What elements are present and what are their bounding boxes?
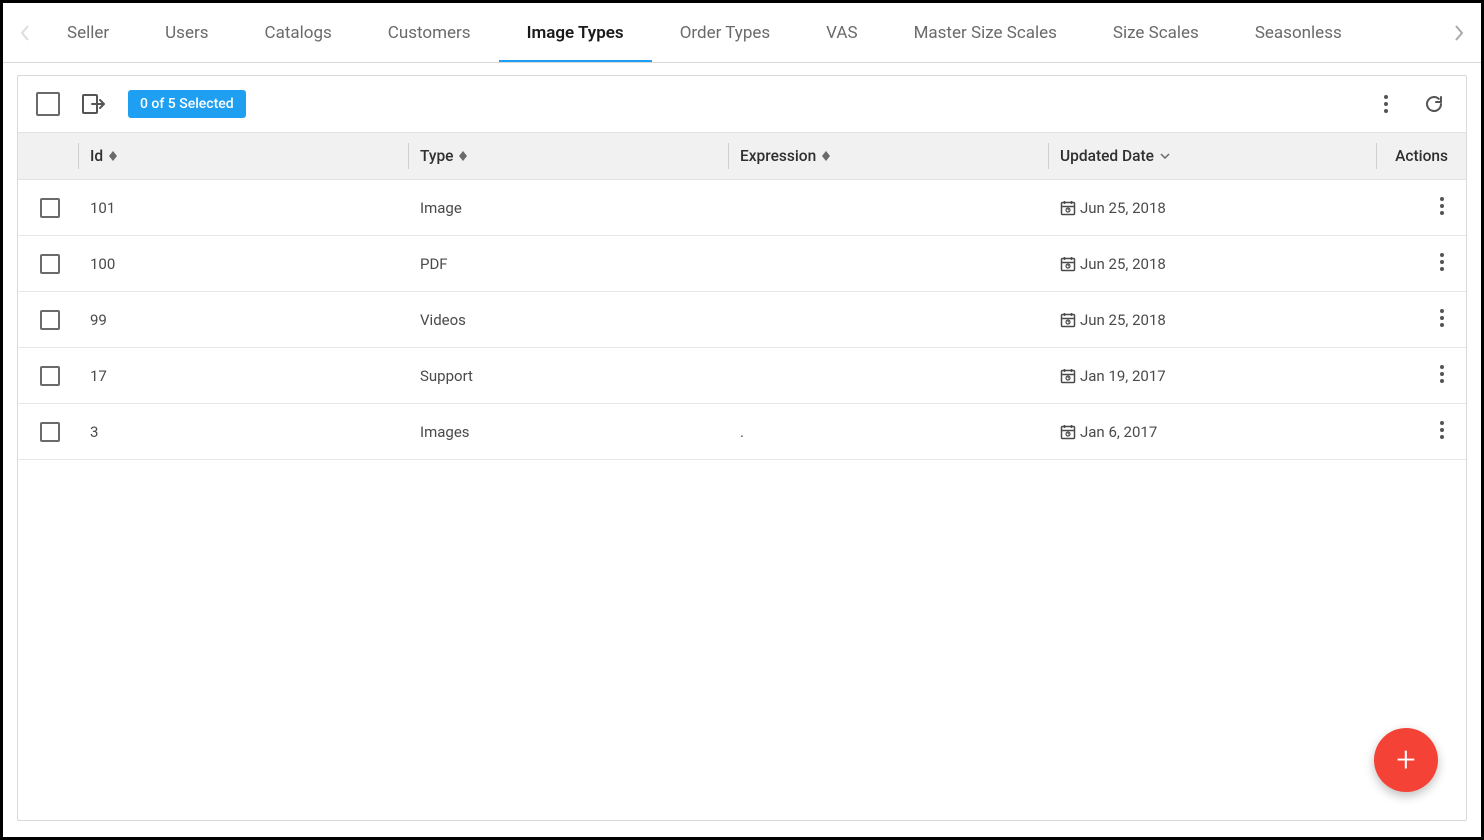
chevron-down-icon [1160, 153, 1170, 159]
tab-catalogs[interactable]: Catalogs [237, 3, 360, 62]
sort-icon [459, 151, 467, 161]
cell-updated-text: Jun 25, 2018 [1080, 199, 1166, 217]
cell-updated: Jun 25, 2018 [1048, 255, 1376, 273]
cell-type: Videos [408, 311, 728, 329]
tab-bar: SellerUsersCatalogsCustomersImage TypesO… [3, 3, 1481, 63]
tabs-scroll-left [11, 3, 39, 62]
content-panel: 0 of 5 Selected Id Type Expression [17, 75, 1467, 821]
cell-id: 101 [78, 199, 408, 217]
row-checkbox[interactable] [40, 254, 60, 274]
grid-body: 101ImageJun 25, 2018100PDFJun 25, 201899… [18, 180, 1466, 820]
table-row: 101Image Jun 25, 2018 [18, 180, 1466, 236]
grid-header: Id Type Expression Updated Date [18, 132, 1466, 180]
add-button[interactable]: + [1374, 728, 1438, 792]
row-checkbox[interactable] [40, 198, 60, 218]
tabs-container: SellerUsersCatalogsCustomersImage TypesO… [39, 3, 1445, 62]
table-row: 100PDF Jun 25, 2018 [18, 236, 1466, 292]
cell-updated: Jun 25, 2018 [1048, 311, 1376, 329]
table-row: 17Support Jan 19, 2017 [18, 348, 1466, 404]
cell-type: Images [408, 423, 728, 441]
cell-id: 3 [78, 423, 408, 441]
refresh-icon[interactable] [1420, 90, 1448, 118]
selection-badge: 0 of 5 Selected [128, 90, 246, 118]
cell-updated-text: Jun 25, 2018 [1080, 255, 1166, 273]
plus-icon: + [1396, 740, 1415, 780]
row-checkbox[interactable] [40, 422, 60, 442]
export-icon[interactable] [80, 90, 108, 118]
col-header-expression-label: Expression [740, 147, 816, 165]
tab-customers[interactable]: Customers [360, 3, 499, 62]
toolbar: 0 of 5 Selected [18, 76, 1466, 132]
col-header-id-label: Id [90, 147, 103, 165]
calendar-icon [1060, 424, 1076, 440]
col-header-updated-label: Updated Date [1060, 147, 1154, 165]
sort-icon [109, 151, 117, 161]
cell-type: Image [408, 199, 728, 217]
col-header-actions-label: Actions [1395, 147, 1448, 165]
tab-size-scales[interactable]: Size Scales [1085, 3, 1227, 62]
cell-updated-text: Jun 25, 2018 [1080, 311, 1166, 329]
row-checkbox[interactable] [40, 310, 60, 330]
cell-updated: Jan 6, 2017 [1048, 423, 1376, 441]
cell-updated-text: Jan 19, 2017 [1080, 367, 1166, 385]
cell-type: PDF [408, 255, 728, 273]
row-checkbox[interactable] [40, 366, 60, 386]
cell-type: Support [408, 367, 728, 385]
tab-master-size-scales[interactable]: Master Size Scales [886, 3, 1085, 62]
calendar-icon [1060, 200, 1076, 216]
table-row: 99Videos Jun 25, 2018 [18, 292, 1466, 348]
calendar-icon [1060, 368, 1076, 384]
toolbar-more-icon[interactable] [1372, 90, 1400, 118]
col-header-updated[interactable]: Updated Date [1048, 133, 1376, 179]
tab-users[interactable]: Users [137, 3, 236, 62]
cell-expression: . [728, 423, 1048, 441]
row-more-icon[interactable] [1440, 365, 1444, 387]
tab-order-types[interactable]: Order Types [652, 3, 798, 62]
select-all-checkbox[interactable] [36, 92, 60, 116]
cell-updated-text: Jan 6, 2017 [1080, 423, 1157, 441]
tab-seasonless[interactable]: Seasonless [1227, 3, 1370, 62]
col-header-expression[interactable]: Expression [728, 133, 1048, 179]
tab-vas[interactable]: VAS [798, 3, 885, 62]
row-more-icon[interactable] [1440, 309, 1444, 331]
col-header-actions: Actions [1376, 133, 1466, 179]
tabs-scroll-right[interactable] [1445, 3, 1473, 62]
row-more-icon[interactable] [1440, 197, 1444, 219]
col-header-type-label: Type [420, 147, 453, 165]
tab-image-types[interactable]: Image Types [499, 3, 652, 62]
row-more-icon[interactable] [1440, 421, 1444, 443]
calendar-icon [1060, 256, 1076, 272]
cell-id: 100 [78, 255, 408, 273]
sort-icon [822, 151, 830, 161]
cell-id: 99 [78, 311, 408, 329]
row-more-icon[interactable] [1440, 253, 1444, 275]
calendar-icon [1060, 312, 1076, 328]
cell-updated: Jan 19, 2017 [1048, 367, 1376, 385]
col-header-type[interactable]: Type [408, 133, 728, 179]
cell-updated: Jun 25, 2018 [1048, 199, 1376, 217]
tab-seller[interactable]: Seller [39, 3, 137, 62]
cell-id: 17 [78, 367, 408, 385]
col-header-id[interactable]: Id [78, 133, 408, 179]
table-row: 3Images. Jan 6, 2017 [18, 404, 1466, 460]
